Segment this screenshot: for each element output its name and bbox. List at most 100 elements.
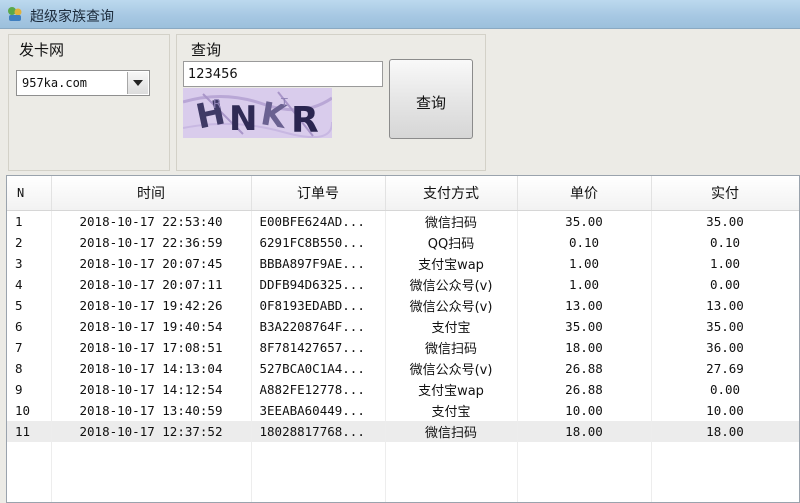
provider-select-value: 957ka.com	[22, 76, 88, 90]
cell-paid: 18.00	[651, 421, 799, 442]
table-row[interactable]: 10 2018-10-17 13:40:59 3EEABA60449... 支付宝 10…	[7, 400, 799, 421]
cell-time: 2018-10-17 19:42:26	[51, 295, 252, 316]
cell-paid: 35.00	[651, 210, 799, 232]
cell-price: 10.00	[517, 400, 652, 421]
cell-n: 5	[7, 295, 52, 316]
column-header-price[interactable]: 单价	[517, 176, 652, 211]
cell-n: 4	[7, 274, 52, 295]
window-title: 超级家族查询	[30, 9, 114, 25]
empty-cell	[251, 442, 386, 502]
provider-select[interactable]: 957ka.com	[16, 70, 150, 96]
table-row[interactable]: 9 2018-10-17 14:12:54 A882FE12778... 支付宝wap…	[7, 379, 799, 400]
cell-paid: 27.69	[651, 358, 799, 379]
cell-paid: 0.10	[651, 232, 799, 253]
table-row[interactable]: 3 2018-10-17 20:07:45 BBBA897F9AE... 支付宝wap…	[7, 253, 799, 274]
cell-paid: 0.00	[651, 379, 799, 400]
table-row[interactable]: 8 2018-10-17 14:13:04 527BCA0C1A4... 微信公众号(…	[7, 358, 799, 379]
empty-cell	[651, 442, 799, 502]
cell-time: 2018-10-17 17:08:51	[51, 337, 252, 358]
table-row[interactable]: 11 2018-10-17 12:37:52 18028817768... 微信扫码 1…	[7, 421, 799, 442]
cell-order: B3A2208764F...	[251, 316, 386, 337]
cell-order: A882FE12778...	[251, 379, 386, 400]
cell-n: 8	[7, 358, 52, 379]
results-table: N 时间 订单号 支付方式 单价 实付 1 2018-10-17 22:53:40…	[7, 176, 799, 502]
cell-n: 11	[7, 421, 52, 442]
column-header-n[interactable]: N	[7, 176, 52, 211]
empty-row	[7, 442, 799, 502]
chevron-down-icon	[133, 80, 143, 86]
cell-time: 2018-10-17 14:13:04	[51, 358, 252, 379]
cell-time: 2018-10-17 19:40:54	[51, 316, 252, 337]
cell-paid: 1.00	[651, 253, 799, 274]
column-header-paid[interactable]: 实付	[651, 176, 799, 211]
captcha-image[interactable]: H N K R R T	[183, 88, 332, 138]
query-label: 查询	[191, 41, 222, 59]
cell-price: 13.00	[517, 295, 652, 316]
query-input-value: 123456	[188, 67, 238, 82]
table-row[interactable]: 5 2018-10-17 19:42:26 0F8193EDABD... 微信公众号(…	[7, 295, 799, 316]
table-row[interactable]: 4 2018-10-17 20:07:11 DDFB94D6325... 微信公众号(…	[7, 274, 799, 295]
query-input[interactable]: 123456	[183, 61, 383, 87]
table-row[interactable]: 1 2018-10-17 22:53:40 E00BFE624AD... 微信扫码 35…	[7, 210, 799, 232]
cell-order: 18028817768...	[251, 421, 386, 442]
table-header-row: N 时间 订单号 支付方式 单价 实付	[7, 176, 799, 211]
column-header-time[interactable]: 时间	[51, 176, 252, 211]
cell-n: 6	[7, 316, 52, 337]
query-button[interactable]: 查询	[389, 59, 473, 139]
cell-payment: 微信扫码	[385, 337, 518, 358]
cell-time: 2018-10-17 13:40:59	[51, 400, 252, 421]
cell-time: 2018-10-17 20:07:45	[51, 253, 252, 274]
table-row[interactable]: 2 2018-10-17 22:36:59 6291FC8B550... QQ扫码 0.…	[7, 232, 799, 253]
cell-price: 26.88	[517, 358, 652, 379]
provider-label: 发卡网	[19, 41, 65, 59]
cell-n: 3	[7, 253, 52, 274]
cell-time: 2018-10-17 20:07:11	[51, 274, 252, 295]
cell-payment: 支付宝wap	[385, 379, 518, 400]
cell-order: DDFB94D6325...	[251, 274, 386, 295]
cell-price: 1.00	[517, 253, 652, 274]
cell-order: 0F8193EDABD...	[251, 295, 386, 316]
cell-time: 2018-10-17 22:53:40	[51, 210, 252, 232]
cell-price: 1.00	[517, 274, 652, 295]
cell-paid: 10.00	[651, 400, 799, 421]
cell-n: 10	[7, 400, 52, 421]
cell-payment: QQ扫码	[385, 232, 518, 253]
query-button-label: 查询	[415, 94, 446, 112]
dropdown-button[interactable]	[127, 72, 148, 94]
cell-paid: 36.00	[651, 337, 799, 358]
title-bar: 超级家族查询	[0, 0, 800, 29]
cell-payment: 支付宝wap	[385, 253, 518, 274]
cell-time: 2018-10-17 14:12:54	[51, 379, 252, 400]
cell-order: BBBA897F9AE...	[251, 253, 386, 274]
provider-group: 发卡网	[8, 34, 170, 171]
cell-price: 35.00	[517, 316, 652, 337]
empty-cell	[7, 442, 52, 502]
cell-price: 18.00	[517, 337, 652, 358]
results-grid[interactable]: N 时间 订单号 支付方式 单价 实付 1 2018-10-17 22:53:40…	[6, 175, 800, 503]
cell-time: 2018-10-17 12:37:52	[51, 421, 252, 442]
app-icon	[8, 7, 22, 21]
cell-order: 6291FC8B550...	[251, 232, 386, 253]
cell-order: 3EEABA60449...	[251, 400, 386, 421]
column-header-payment[interactable]: 支付方式	[385, 176, 518, 211]
cell-n: 7	[7, 337, 52, 358]
table-row[interactable]: 6 2018-10-17 19:40:54 B3A2208764F... 支付宝 35.…	[7, 316, 799, 337]
cell-paid: 13.00	[651, 295, 799, 316]
cell-price: 26.88	[517, 379, 652, 400]
cell-price: 18.00	[517, 421, 652, 442]
cell-payment: 支付宝	[385, 316, 518, 337]
cell-payment: 微信公众号(v)	[385, 295, 518, 316]
cell-n: 9	[7, 379, 52, 400]
table-row[interactable]: 7 2018-10-17 17:08:51 8F781427657... 微信扫码 18…	[7, 337, 799, 358]
empty-cell	[51, 442, 252, 502]
cell-payment: 支付宝	[385, 400, 518, 421]
cell-n: 2	[7, 232, 52, 253]
svg-text:R: R	[213, 97, 221, 111]
cell-order: E00BFE624AD...	[251, 210, 386, 232]
cell-payment: 微信公众号(v)	[385, 358, 518, 379]
cell-payment: 微信公众号(v)	[385, 274, 518, 295]
column-header-order[interactable]: 订单号	[251, 176, 386, 211]
cell-order: 8F781427657...	[251, 337, 386, 358]
svg-text:N: N	[229, 99, 257, 138]
cell-payment: 微信扫码	[385, 210, 518, 232]
